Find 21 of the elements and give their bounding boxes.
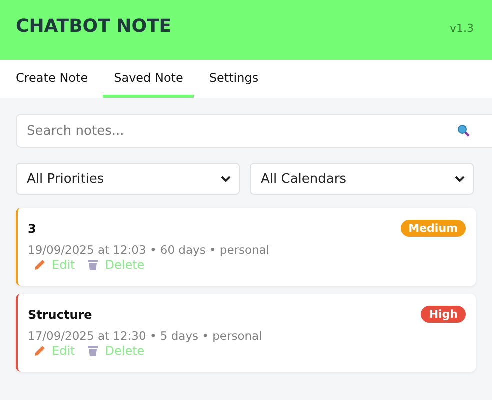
app-title: CHATBOT NOTE (16, 16, 172, 36)
note-meta: 19/09/2025 at 12:03 • 60 days • personal (28, 243, 271, 257)
pencil-icon (34, 345, 46, 357)
chevron-down-icon (455, 176, 465, 182)
note-title: 3 (28, 222, 36, 236)
version-label: v1.3 (450, 22, 474, 34)
note-meta: 17/09/2025 at 12:30 • 5 days • personal (28, 329, 264, 343)
tab[interactable]: Create Note (5, 60, 100, 98)
note-title: Structure (28, 308, 92, 322)
trash-icon (87, 259, 100, 271)
search-field[interactable]: Search notes... (16, 114, 492, 148)
filter-dropdown[interactable]: All Priorities (16, 163, 240, 195)
trash-icon (87, 345, 100, 357)
search-icon (457, 124, 470, 137)
priority-badge: Medium (400, 220, 466, 237)
priority-badge: High (421, 306, 466, 323)
pencil-icon (34, 259, 46, 271)
tab[interactable]: Saved Note (103, 60, 194, 98)
filter-dropdown[interactable]: All Calendars (250, 163, 474, 195)
chevron-down-icon (221, 176, 231, 182)
tab[interactable]: Settings (198, 60, 270, 98)
